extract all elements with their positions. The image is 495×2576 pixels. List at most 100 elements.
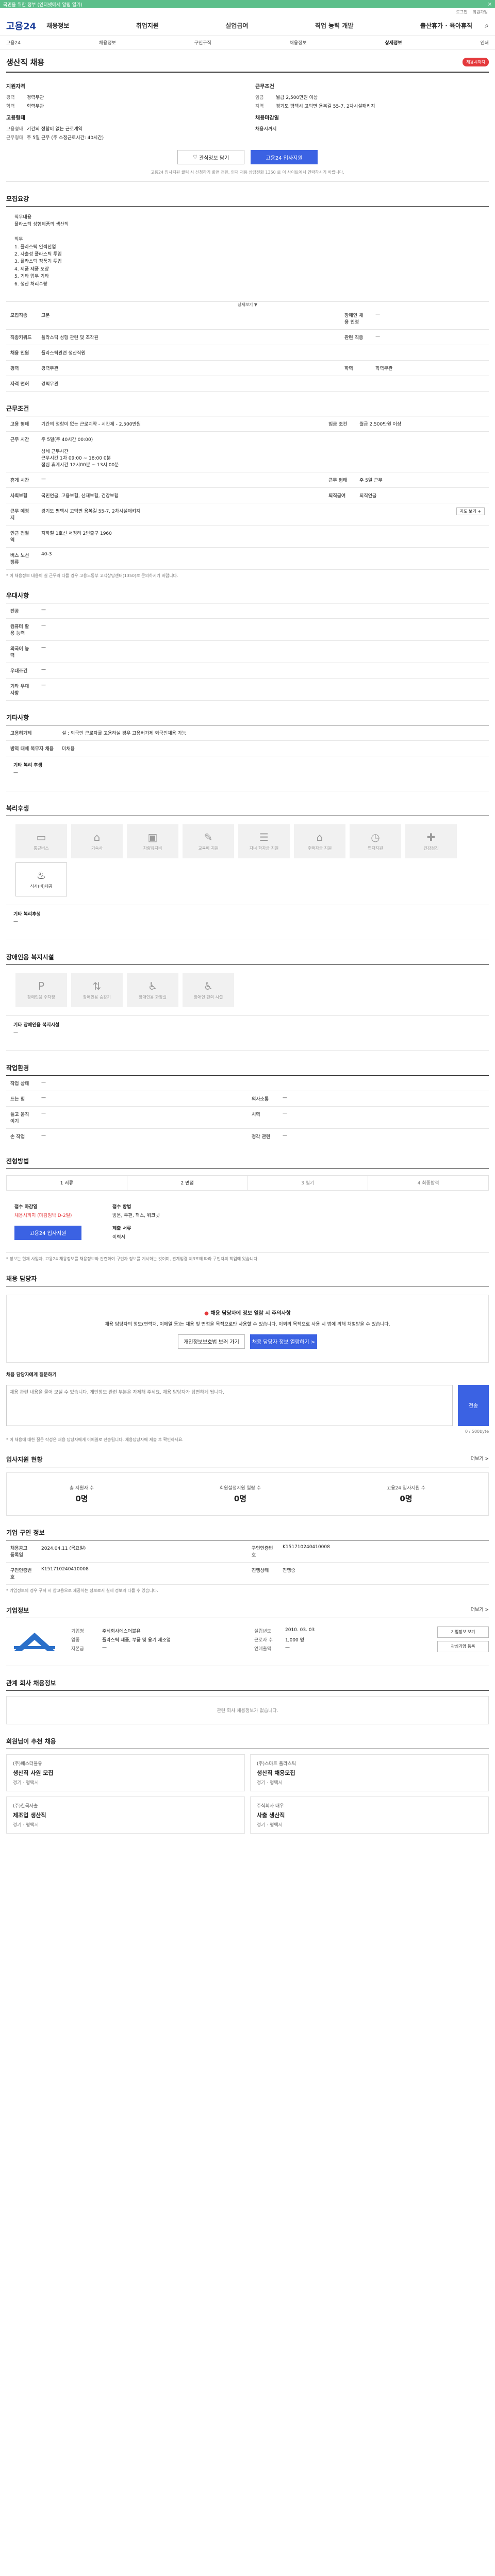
welfare-label: 건강검진	[423, 846, 439, 851]
recommend-card[interactable]: (주)한국사출 제조업 생산직 경기 · 평택시	[6, 1796, 245, 1834]
table-row: 직종키워드 플라스틱 성형 관련 및 조작원 관련 직종 —	[6, 329, 489, 345]
cell-key: 임금 조건	[324, 416, 356, 432]
login-link[interactable]: 로그인	[456, 9, 467, 15]
wheelchair-icon: ♿	[204, 980, 213, 993]
top-banner-text: 국민을 위한 정부 (인터넷에서 알림 열기)	[3, 2, 82, 8]
warning-text: 채용 담당자의 정보(연락처, 이메일 등)는 채용 및 면접을 목적으로만 사…	[105, 1321, 390, 1327]
deadline-value: 채용시까지 (마감임박 D-2일)	[14, 1213, 72, 1218]
cell-value: —	[37, 1128, 248, 1144]
table-row: 근무 예정지 경기도 평택시 고덕면 용복길 55-7, 2차시설패키지 지도 보…	[6, 503, 489, 526]
kv-key: 자본금	[71, 1646, 84, 1652]
apply-button[interactable]: 고용24 입사지원	[14, 1225, 81, 1240]
nav-item-support[interactable]: 취업지원	[136, 21, 159, 30]
field-label: 제출 서류	[112, 1226, 131, 1231]
more-link[interactable]: 더보기 >	[471, 1455, 489, 1464]
privacy-law-button[interactable]: 개인정보보호법 보러 가기	[178, 1334, 245, 1349]
job-summary: 지원자격 경력 경력무관 학력 학력무관 고용형태 고용형태 기간의 정함이 없는 근…	[6, 73, 489, 182]
breadcrumb-item[interactable]: 구인구직	[194, 39, 211, 46]
restroom-icon: ♿	[148, 980, 157, 993]
health-icon: ✚	[426, 831, 436, 844]
section-title-text: 입사지원 현황	[6, 1455, 43, 1463]
apply-note: 고용24 입사지원 클릭 시 신청하기 화면 전환. 인재 채용 상담전화 13…	[151, 170, 344, 175]
welfare-label: 통근버스	[34, 846, 49, 851]
meal-icon: ♨	[37, 869, 46, 882]
welfare-item: ⌂ 기숙사	[71, 824, 123, 858]
stat-item: 회원설정지원 열람 수 0명	[220, 1484, 261, 1504]
cell-key: 근무 시간	[6, 431, 37, 472]
workcond-table: 고용 형태 기간의 정함이 없는 근로계약 - 시간제 - 2,500만원 임금 조…	[6, 416, 489, 570]
expand-button[interactable]: 상세보기 ▼	[6, 302, 489, 308]
process-step: 4 최종합격	[417, 1181, 439, 1187]
cell-key: 구인인증번호	[6, 1562, 37, 1585]
nav-item-jobs[interactable]: 채용정보	[46, 21, 69, 30]
breadcrumb-item[interactable]: 고용24	[6, 39, 21, 46]
recommend-card[interactable]: 주식회사 대우 사출 생산직 경기 · 평택시	[250, 1796, 489, 1834]
field-label: 접수 방법	[112, 1204, 131, 1210]
table-row: 모집직종 고분 장애인 채용 인정 —	[6, 307, 489, 330]
qa-input[interactable]	[6, 1384, 453, 1426]
qa-form: 전송	[6, 1384, 489, 1426]
search-icon[interactable]: ⌕	[485, 22, 489, 30]
kv-value: 플라스틱 제품, 부품 및 용기 제조업	[102, 1637, 171, 1643]
save-interest-button[interactable]: ♡ 관심정보 담기	[177, 150, 244, 164]
heart-icon: ♡	[192, 154, 199, 160]
company-info-button[interactable]: 기업정보 보기	[437, 1626, 489, 1638]
cell-key: 장애인 채용 인정	[340, 307, 372, 330]
close-icon[interactable]: ×	[488, 2, 492, 7]
nav-item-leave[interactable]: 출산휴가 · 육아휴직	[420, 21, 472, 30]
contact-section: 채용 담당자 ● 채용 담당자에 정보 열람 시 주의사항 채용 담당자의 정보…	[6, 1274, 489, 1443]
table-row: 기타 우대사항 —	[6, 678, 489, 701]
cell-key: 전공	[6, 603, 37, 619]
print-button[interactable]: 인쇄	[480, 39, 489, 46]
send-button[interactable]: 전송	[458, 1384, 489, 1426]
welfare-label: 자녀 학자금 지원	[249, 846, 279, 851]
recommend-card[interactable]: (주)에스더블유 생산직 사원 모집 경기 · 평택시	[6, 1754, 245, 1791]
company-logo-graphic	[14, 1632, 55, 1651]
section-title: 관계 회사 채용정보	[6, 1679, 489, 1691]
cell-key: 외국어 능력	[6, 640, 37, 663]
more-link[interactable]: 더보기 >	[471, 1606, 489, 1615]
cell-value: 2024.04.11 (목요일)	[37, 1540, 248, 1563]
process-step: 3 필기	[248, 1175, 369, 1190]
qa-note: * 이 채용에 대한 질문 작성은 채용 담당자에게 이메일로 전송됩니다. 채…	[6, 1437, 184, 1442]
section-title: 모집요강	[6, 194, 489, 207]
apply-button[interactable]: 고용24 입사지원	[251, 150, 318, 164]
stat-label: 총 지원자 수	[69, 1485, 94, 1491]
cell-key: 직종키워드	[6, 329, 37, 345]
section-title: 입사지원 현황 더보기 >	[6, 1455, 489, 1467]
extra-label: 기타 장애인용 복지시설	[13, 1022, 60, 1028]
cell-value: —	[37, 1091, 248, 1107]
cell-key: 퇴직급여	[324, 487, 356, 503]
view-contact-button[interactable]: 채용 담당자 정보 열람하기 >	[250, 1334, 317, 1349]
other-table: 고용허가제 설 : 외국인 근로자를 고용하실 경우 고용허가제 외국인채용 가능…	[6, 725, 489, 756]
card-company: 주식회사 대우	[257, 1803, 284, 1809]
util-bar: 로그인 회원가입	[0, 8, 495, 15]
cell-key: 사회보험	[6, 487, 37, 503]
kv-value: 1,000 명	[285, 1637, 304, 1643]
table-row: 경력 경력무관 학력 학력무관	[6, 360, 489, 376]
dorm-icon: ⌂	[93, 831, 101, 844]
section-title-text: 기업정보	[6, 1606, 29, 1614]
map-button[interactable]: 지도 보기 +	[456, 507, 485, 515]
cell-key: 고용 형태	[6, 416, 37, 432]
favorite-company-button[interactable]: 관심기업 등록	[437, 1640, 489, 1652]
section-label: 근무조건	[255, 84, 274, 90]
nav-item-unemployment[interactable]: 실업급여	[225, 21, 248, 30]
cell-key: 구인인증번호	[248, 1540, 278, 1563]
facility-label: 장애인 편의 시설	[193, 995, 223, 1000]
logo[interactable]: 고용24	[6, 19, 36, 32]
page-title: 생산직 채용	[6, 58, 45, 67]
section-title: 우대사항	[6, 591, 489, 603]
cell-key: 고용허가제	[6, 725, 58, 741]
recommend-card[interactable]: (주)스마트 플라스틱 생산직 채용모집 경기 · 평택시	[250, 1754, 489, 1791]
breadcrumb-item[interactable]: 채용정보	[99, 39, 116, 46]
main-nav: 채용정보 취업지원 실업급여 직업 능력 개발 출산휴가 · 육아휴직	[46, 21, 472, 30]
signup-link[interactable]: 회원가입	[473, 9, 488, 15]
cell-key: 컴퓨터 활용 능력	[6, 618, 37, 641]
breadcrumb-item[interactable]: 채용정보	[290, 39, 307, 46]
process-steps: 1 서류 2 면접 3 필기 4 최종합격	[6, 1175, 489, 1191]
contact-warning: ● 채용 담당자에 정보 열람 시 주의사항 채용 담당자의 정보(연락처, 이…	[6, 1294, 489, 1363]
header: 고용24 채용정보 취업지원 실업급여 직업 능력 개발 출산휴가 · 육아휴직…	[0, 15, 495, 36]
nav-item-training[interactable]: 직업 능력 개발	[315, 21, 354, 30]
table-row: 인근 전철역 지하철 1호선 서정리 2번출구 1960	[6, 525, 489, 548]
